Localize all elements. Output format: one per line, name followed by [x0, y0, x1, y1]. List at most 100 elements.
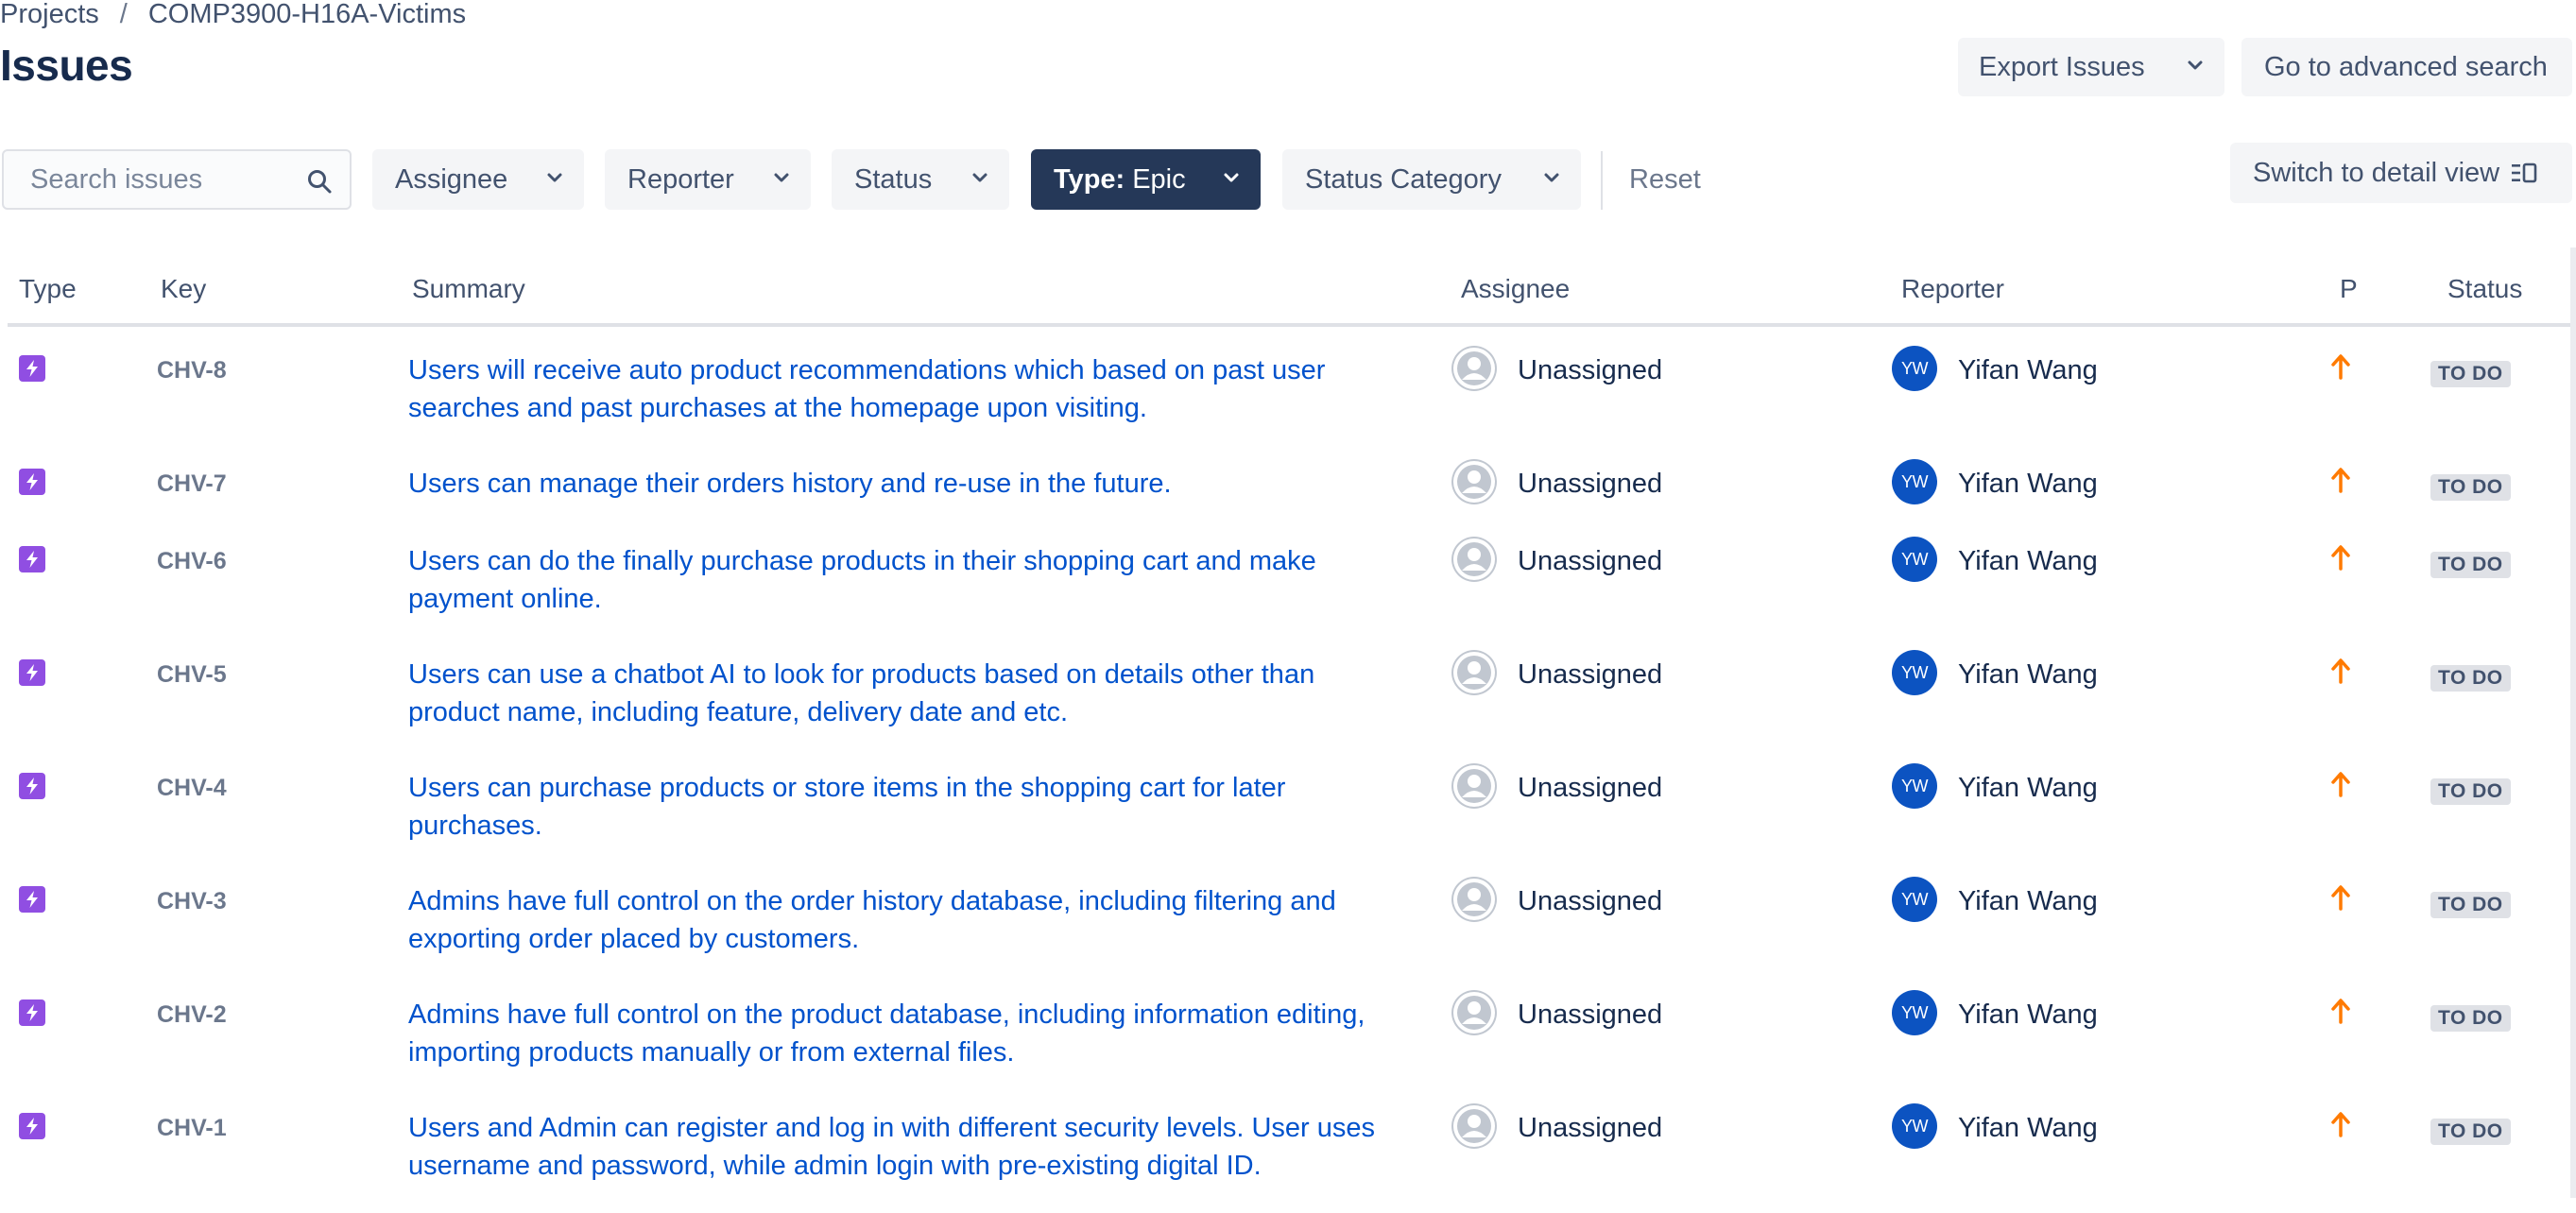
- issue-summary[interactable]: Users and Admin can register and log in …: [408, 1109, 1391, 1185]
- issue-summary[interactable]: Users will receive auto product recommen…: [408, 351, 1391, 427]
- assignee-name[interactable]: Unassigned: [1518, 546, 1662, 577]
- epic-icon: [19, 886, 45, 913]
- breadcrumb-separator: /: [119, 0, 128, 29]
- issue-key[interactable]: CHV-7: [157, 470, 227, 498]
- reporter-avatar: YW: [1892, 877, 1937, 922]
- status-filter-label: Status: [854, 163, 933, 195]
- priority-high-arrow-icon: [2330, 353, 2351, 384]
- status-badge[interactable]: TO DO: [2430, 1005, 2511, 1032]
- status-badge[interactable]: TO DO: [2430, 474, 2511, 501]
- assignee-filter-label: Assignee: [395, 163, 508, 195]
- assignee-name[interactable]: Unassigned: [1518, 355, 1662, 386]
- column-header-status[interactable]: Status: [2447, 274, 2522, 304]
- chevron-down-icon: [2188, 60, 2203, 70]
- priority-high-arrow-icon: [2330, 467, 2351, 498]
- column-header-summary[interactable]: Summary: [412, 274, 525, 304]
- reporter-avatar: YW: [1892, 1103, 1937, 1149]
- assignee-filter[interactable]: Assignee: [372, 149, 584, 210]
- status-badge[interactable]: TO DO: [2430, 892, 2511, 918]
- assignee-name[interactable]: Unassigned: [1518, 1113, 1662, 1144]
- breadcrumb: Projects / COMP3900-H16A-Victims: [0, 0, 466, 30]
- issue-summary[interactable]: Users can manage their orders history an…: [408, 465, 1391, 503]
- column-header-reporter[interactable]: Reporter: [1901, 274, 2004, 304]
- status-category-filter[interactable]: Status Category: [1282, 149, 1581, 210]
- assignee-name[interactable]: Unassigned: [1518, 469, 1662, 500]
- epic-icon: [19, 546, 45, 572]
- reporter-name[interactable]: Yifan Wang: [1958, 886, 2098, 917]
- column-header-priority[interactable]: P: [2340, 274, 2358, 304]
- issue-key[interactable]: CHV-5: [157, 661, 227, 689]
- table-header-divider: [8, 323, 2576, 327]
- reporter-name[interactable]: Yifan Wang: [1958, 355, 2098, 386]
- search-issues-field[interactable]: [2, 149, 352, 210]
- advanced-search-button[interactable]: Go to advanced search: [2241, 38, 2572, 96]
- search-input[interactable]: [28, 162, 297, 196]
- table-row[interactable]: CHV-5 Users can use a chatbot AI to look …: [0, 650, 2570, 760]
- priority-high-arrow-icon: [2330, 1111, 2351, 1142]
- reporter-avatar: YW: [1892, 650, 1937, 695]
- type-filter[interactable]: Type: Epic: [1031, 149, 1261, 210]
- reporter-name[interactable]: Yifan Wang: [1958, 773, 2098, 804]
- epic-icon: [19, 773, 45, 799]
- switch-detail-view-button[interactable]: Switch to detail view: [2230, 143, 2572, 203]
- issue-summary[interactable]: Users can do the finally purchase produc…: [408, 542, 1391, 618]
- reporter-avatar: YW: [1892, 346, 1937, 391]
- export-issues-label: Export Issues: [1979, 51, 2145, 82]
- chevron-down-icon: [1224, 173, 1239, 182]
- issue-key[interactable]: CHV-4: [157, 775, 227, 802]
- table-row[interactable]: CHV-6 Users can do the finally purchase p…: [0, 537, 2570, 646]
- epic-icon: [19, 355, 45, 382]
- issue-key[interactable]: CHV-2: [157, 1001, 227, 1029]
- status-filter[interactable]: Status: [832, 149, 1009, 210]
- issue-key[interactable]: CHV-6: [157, 548, 227, 575]
- issue-key[interactable]: CHV-3: [157, 888, 227, 915]
- assignee-name[interactable]: Unassigned: [1518, 999, 1662, 1031]
- table-row[interactable]: CHV-8 Users will receive auto product rec…: [0, 346, 2570, 455]
- column-header-type[interactable]: Type: [19, 274, 77, 304]
- reporter-name[interactable]: Yifan Wang: [1958, 469, 2098, 500]
- column-header-assignee[interactable]: Assignee: [1461, 274, 1570, 304]
- reporter-filter[interactable]: Reporter: [605, 149, 811, 210]
- status-badge[interactable]: TO DO: [2430, 552, 2511, 578]
- issue-summary[interactable]: Admins have full control on the product …: [408, 996, 1391, 1071]
- default-avatar-icon: [1451, 990, 1497, 1035]
- epic-icon: [19, 1113, 45, 1139]
- status-badge[interactable]: TO DO: [2430, 778, 2511, 805]
- status-badge[interactable]: TO DO: [2430, 1119, 2511, 1145]
- table-row[interactable]: CHV-4 Users can purchase products or stor…: [0, 763, 2570, 873]
- column-header-key[interactable]: Key: [161, 274, 206, 304]
- breadcrumb-project[interactable]: COMP3900-H16A-Victims: [148, 0, 466, 30]
- status-badge[interactable]: TO DO: [2430, 361, 2511, 387]
- reset-filters-button[interactable]: Reset: [1629, 149, 1701, 210]
- chevron-down-icon: [972, 173, 987, 182]
- reporter-name[interactable]: Yifan Wang: [1958, 659, 2098, 691]
- table-row[interactable]: CHV-3 Admins have full control on the ord…: [0, 877, 2570, 986]
- reporter-name[interactable]: Yifan Wang: [1958, 546, 2098, 577]
- reporter-name[interactable]: Yifan Wang: [1958, 1113, 2098, 1144]
- epic-icon: [19, 999, 45, 1026]
- priority-high-arrow-icon: [2330, 658, 2351, 689]
- table-row[interactable]: CHV-2 Admins have full control on the pro…: [0, 990, 2570, 1100]
- issue-summary[interactable]: Users can purchase products or store ite…: [408, 769, 1391, 845]
- default-avatar-icon: [1451, 650, 1497, 695]
- epic-icon: [19, 469, 45, 495]
- assignee-name[interactable]: Unassigned: [1518, 886, 1662, 917]
- issue-summary[interactable]: Admins have full control on the order hi…: [408, 882, 1391, 958]
- issue-key[interactable]: CHV-8: [157, 357, 227, 384]
- assignee-name[interactable]: Unassigned: [1518, 773, 1662, 804]
- export-issues-button[interactable]: Export Issues: [1958, 38, 2224, 96]
- reporter-avatar: YW: [1892, 990, 1937, 1035]
- default-avatar-icon: [1451, 537, 1497, 582]
- status-category-filter-label: Status Category: [1305, 163, 1502, 195]
- breadcrumb-projects[interactable]: Projects: [0, 0, 99, 30]
- search-icon: [308, 170, 332, 194]
- reporter-avatar: YW: [1892, 537, 1937, 582]
- issue-summary[interactable]: Users can use a chatbot AI to look for p…: [408, 656, 1391, 731]
- priority-high-arrow-icon: [2330, 998, 2351, 1029]
- issue-key[interactable]: CHV-1: [157, 1115, 227, 1142]
- assignee-name[interactable]: Unassigned: [1518, 659, 1662, 691]
- reporter-name[interactable]: Yifan Wang: [1958, 999, 2098, 1031]
- default-avatar-icon: [1451, 763, 1497, 809]
- status-badge[interactable]: TO DO: [2430, 665, 2511, 692]
- table-scrollbar[interactable]: [2570, 248, 2576, 1198]
